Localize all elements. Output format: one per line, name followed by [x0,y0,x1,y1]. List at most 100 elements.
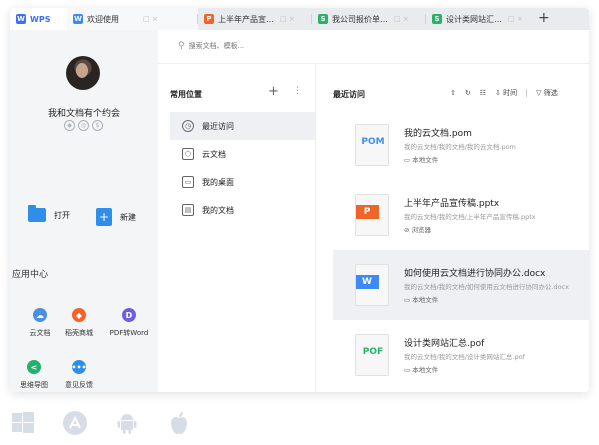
tab-label: WPS [30,14,51,24]
new-tab-button[interactable]: + [538,10,550,26]
wps-logo-icon: W [16,14,26,24]
docer-store-icon: ◆ [72,308,86,322]
ppt-file-icon: P [355,194,389,236]
sheet-doc-icon: S [432,14,442,24]
app-label: 稻壳商城 [65,329,93,337]
file-item[interactable]: P 上半年产品宣传稿.pptx 我的云文档/我的文档/上半年产品宣传稿.pptx… [333,180,589,250]
nav-item-documents[interactable]: ▤ 我的文档 [170,196,315,224]
tab-close-controls[interactable]: □ × [280,15,295,23]
nav-label: 最近访问 [202,121,234,131]
new-file-icon: + [96,208,112,226]
word-file-icon: W [355,264,389,306]
tab-label: 上半年产品宣… [218,14,274,24]
pdf-to-word-icon: D [122,308,136,322]
search-icon: ⚲ [178,41,185,51]
sheet-doc-icon: S [318,14,328,24]
list-toolbar: ⇧ ↻ ☷ ⇩ 时间 ▽ 筛选 [450,88,558,98]
ppt-doc-icon: P [204,14,214,24]
apple-icon [166,410,192,436]
filter-icon: ▽ [536,89,542,97]
nav-item-desktop[interactable]: ▭ 我的桌面 [170,168,315,196]
sort-button[interactable]: ⇩ 时间 [495,88,517,98]
sort-icon: ⇩ [495,89,501,97]
app-label: 云文档 [29,329,51,337]
tab-wps-home[interactable]: W WPS [10,8,67,30]
windows-icon [10,410,36,436]
tab-close-controls[interactable]: □ × [143,15,158,23]
pof-file-icon: POF [355,334,389,376]
tab-welcome[interactable]: W 欢迎使用 □ × [67,8,198,30]
left-panel: 我和文档有个约会 ◆ ◎ $ 打开 + 新建 应用中心 ☁ 云文档 ◆ 稻壳商城… [10,30,158,392]
search-input[interactable] [188,42,489,50]
file-name: 如何使用云文档进行协同办公.docx [404,269,546,279]
documents-icon: ▤ [182,204,194,216]
tab-label: 欢迎使用 [87,14,119,24]
mind-map-icon: < [27,360,41,374]
open-button[interactable]: 打开 [28,205,70,222]
file-name: 设计类网站汇总.pof [404,339,485,349]
file-name: 我的云文档.pom [404,129,472,139]
sort-label: 时间 [503,89,518,97]
nav-item-cloud-doc[interactable]: ⬡ 云文档 [170,140,315,168]
vip-badge-icon[interactable]: ◎ [78,120,89,131]
share-icon[interactable]: ⇧ [450,89,456,97]
open-label: 打开 [54,210,70,220]
appstore-icon [62,410,88,436]
nav-label: 我的文档 [202,205,234,215]
cloud-box-icon: ⬡ [182,148,194,160]
feedback-icon: ••• [71,360,87,374]
new-button[interactable]: + 新建 [96,208,136,226]
filter-button[interactable]: ▽ 筛选 [536,88,558,98]
app-docer-store[interactable]: ◆ 稻壳商城 [54,308,104,338]
pom-file-icon: POM [355,124,389,166]
nav-label: 我的桌面 [202,177,234,187]
new-label: 新建 [120,212,136,222]
file-path: 我的云文档/我的文档/设计类网站汇总.pof [404,353,525,361]
tab-close-controls[interactable]: □ × [394,15,409,23]
file-path: 我的云文档/我的文档/我的云文档.pom [404,143,516,151]
desktop-icon: ▭ [182,176,194,188]
app-pdf-to-word[interactable]: D PDF转Word [104,308,154,338]
file-name: 上半年产品宣传稿.pptx [404,199,500,209]
more-options-button[interactable]: ⋮ [293,86,302,96]
file-location: ▭ 本地文件 [404,156,439,164]
recent-title: 最近访问 [333,90,365,99]
search-bar[interactable]: ⚲ [168,38,589,54]
tab-label: 我公司报价单… [332,14,388,24]
member-badge-icon[interactable]: ◆ [64,120,75,131]
tab-close-controls[interactable]: □ × [508,15,523,23]
nav-item-recent[interactable]: ◷ 最近访问 [170,112,315,140]
tab-bar: W WPS W 欢迎使用 □ × P 上半年产品宣… □ × S 我公司报价单…… [10,8,589,30]
folder-icon [28,205,46,222]
add-location-button[interactable]: + [268,84,279,99]
view-toggle-icon[interactable]: ☷ [480,89,486,97]
avatar[interactable] [66,56,100,90]
file-item-selected[interactable]: W 如何使用云文档进行协同办公.docx 我的云文档/我的文档/如何使用云文档进… [333,250,589,320]
cloud-doc-icon: ☁ [33,308,47,322]
file-location: ▭ 本地文件 [404,296,439,304]
file-path: 我的云文档/我的文档/上半年产品宣传稿.pptx [404,213,536,221]
tab-quote-sheet[interactable]: S 我公司报价单… □ × [312,8,426,30]
wps-window: W WPS W 欢迎使用 □ × P 上半年产品宣… □ × S 我公司报价单…… [10,8,589,392]
nav-label: 云文档 [202,149,226,159]
tab-ppt[interactable]: P 上半年产品宣… □ × [198,8,312,30]
user-name: 我和文档有个约会 [47,109,120,119]
tab-design-sites[interactable]: S 设计类网站汇… □ × [426,8,534,30]
local-file-icon: ▭ [404,296,411,304]
user-badges: ◆ ◎ $ [64,120,103,131]
file-path: 我的云文档/我的文档/如何使用云文档进行协同办公.docx [404,283,569,291]
super-member-badge-icon[interactable]: $ [92,120,103,131]
browser-link-icon: ⊘ [404,226,410,234]
clock-icon: ◷ [182,120,194,132]
refresh-icon[interactable]: ↻ [465,89,471,97]
file-item[interactable]: POF 设计类网站汇总.pof 我的云文档/我的文档/设计类网站汇总.pof ▭… [333,320,589,390]
app-label: 意见反馈 [65,381,93,389]
app-feedback[interactable]: ••• 意见反馈 [54,360,104,390]
app-mind-map[interactable]: < 思维导图 [10,360,59,390]
file-item[interactable]: POM 我的云文档.pom 我的云文档/我的文档/我的云文档.pom ▭ 本地文… [333,110,589,180]
file-location: ▭ 本地文件 [404,366,439,374]
app-label: PDF转Word [109,329,149,337]
local-file-icon: ▭ [404,156,411,164]
android-icon [114,410,140,436]
local-file-icon: ▭ [404,366,411,374]
